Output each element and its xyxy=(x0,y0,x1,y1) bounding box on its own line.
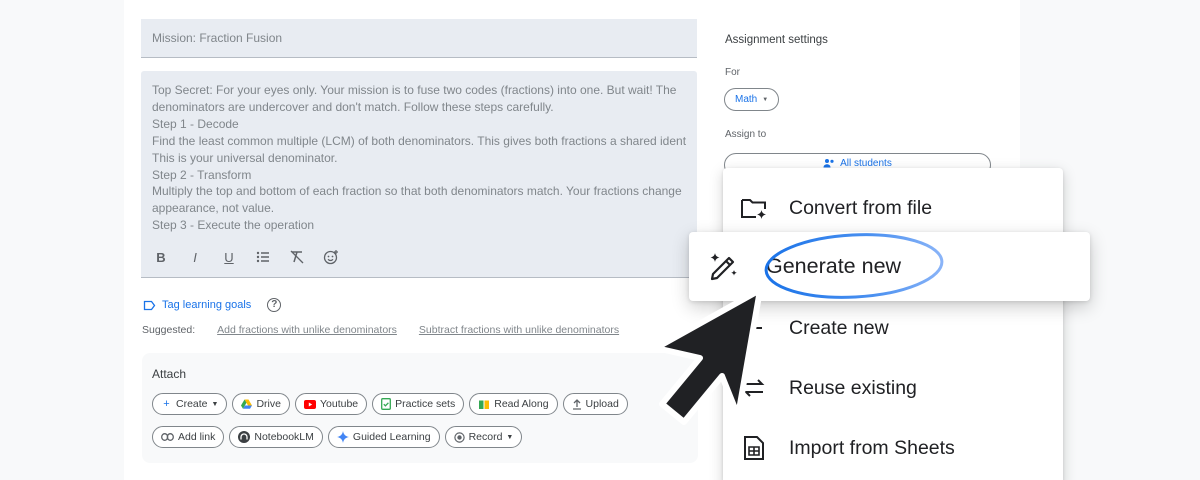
chip-label: Create xyxy=(176,398,208,410)
add-link-chip[interactable]: Add link xyxy=(152,426,225,448)
suggestion-link[interactable]: Add fractions with unlike denominators xyxy=(217,324,397,336)
practice-sets-chip[interactable]: Practice sets xyxy=(372,393,465,415)
chip-label: Guided Learning xyxy=(352,431,431,443)
menu-item-label: Convert from file xyxy=(789,196,933,219)
suggested-label: Suggested: xyxy=(142,324,196,336)
chip-label: Practice sets xyxy=(395,398,456,410)
description-line: Step 2 - Transform xyxy=(152,167,252,182)
plus-icon: + xyxy=(163,398,170,410)
chip-label: Upload xyxy=(585,398,619,410)
upload-icon xyxy=(572,398,581,410)
drive-chip[interactable]: Drive xyxy=(232,393,290,415)
chip-label: Drive xyxy=(256,398,281,410)
description-text[interactable]: Top Secret: For your eyes only. Your mis… xyxy=(152,82,686,234)
chip-label: NotebookLM xyxy=(254,431,314,443)
dropdown-arrow-icon: ▼ xyxy=(211,400,219,408)
upload-chip[interactable]: Upload xyxy=(562,393,628,415)
dropdown-arrow-icon: ▼ xyxy=(506,433,514,441)
description-line: appearance, not value. xyxy=(152,201,275,216)
clear-format-icon[interactable] xyxy=(287,247,307,267)
dropdown-arrow-icon: ▼ xyxy=(762,96,769,103)
read-along-chip[interactable]: Read Along xyxy=(469,393,558,415)
subject-select[interactable]: Math ▼ xyxy=(724,88,780,111)
practice-sets-icon xyxy=(381,398,392,410)
italic-button[interactable]: I xyxy=(185,247,205,267)
attach-section: Attach + Create ▼ Drive Youtube Practice s… xyxy=(142,353,698,463)
chip-label: Add link xyxy=(178,431,216,443)
attach-row: Add link NotebookLM Guided Learning Reco… xyxy=(152,426,523,448)
description-line: Top Secret: For your eyes only. Your mis… xyxy=(152,83,677,97)
chip-label: Read Along xyxy=(494,398,549,410)
pointer-cursor-icon xyxy=(653,287,763,425)
tag-learning-goals-link[interactable]: Tag learning goals xyxy=(162,299,251,311)
folder-sparkle-icon xyxy=(739,193,769,223)
description-line: This is your universal denominator. xyxy=(152,150,338,165)
menu-item-import-from-sheets[interactable]: Import from Sheets xyxy=(723,418,1063,478)
sheets-icon xyxy=(739,433,769,463)
magic-pen-icon xyxy=(710,253,737,281)
help-icon[interactable]: ? xyxy=(267,298,282,312)
description-line: Step 1 - Decode xyxy=(152,116,239,131)
description-line: denominators are undercover and don't ma… xyxy=(152,99,554,114)
attach-row: + Create ▼ Drive Youtube Practice sets Rea… xyxy=(152,393,628,415)
description-line: Step 3 - Execute the operation xyxy=(152,218,315,233)
menu-item-label: Reuse existing xyxy=(789,376,917,399)
title-field[interactable] xyxy=(141,19,697,58)
chip-label: Youtube xyxy=(319,398,359,410)
description-field[interactable]: Top Secret: For your eyes only. Your mis… xyxy=(141,71,697,278)
guided-learning-chip[interactable]: Guided Learning xyxy=(327,426,440,448)
underline-button[interactable]: U xyxy=(219,247,239,267)
bulleted-list-icon[interactable] xyxy=(253,247,273,267)
title-input[interactable] xyxy=(141,19,697,57)
drive-icon xyxy=(241,399,253,409)
notebooklm-icon xyxy=(238,431,251,443)
format-toolbar: B I U xyxy=(151,247,341,267)
people-icon xyxy=(823,159,834,168)
record-icon xyxy=(453,431,465,443)
emoji-icon[interactable] xyxy=(321,247,341,267)
notebooklm-chip[interactable]: NotebookLM xyxy=(229,426,323,448)
subject-value: Math xyxy=(735,94,758,105)
create-menu: Convert from file Create new Reuse exist… xyxy=(723,168,1063,480)
chip-label: Record xyxy=(468,431,503,443)
menu-item-label: Import from Sheets xyxy=(789,436,955,459)
read-along-icon xyxy=(479,400,490,409)
highlight-ring xyxy=(764,233,944,299)
menu-item-create-new[interactable]: Create new xyxy=(723,298,1063,358)
label-icon xyxy=(143,300,156,310)
suggestion-link[interactable]: Subtract fractions with unlike denominat… xyxy=(419,324,619,336)
description-line: Multiply the top and bottom of each frac… xyxy=(152,184,682,199)
youtube-icon xyxy=(303,399,316,409)
record-chip[interactable]: Record ▼ xyxy=(444,426,523,448)
attach-label: Attach xyxy=(152,367,187,381)
bold-button[interactable]: B xyxy=(151,247,171,267)
assignment-settings-title: Assignment settings xyxy=(725,34,828,46)
link-icon xyxy=(161,433,174,441)
tag-learning-goals-row: Tag learning goals ? xyxy=(143,298,282,312)
menu-item-reuse-existing[interactable]: Reuse existing xyxy=(723,358,1063,418)
suggestions-row: Suggested: Add fractions with unlike den… xyxy=(142,324,619,336)
youtube-chip[interactable]: Youtube xyxy=(294,393,368,415)
sparkle-icon xyxy=(336,431,349,443)
create-chip[interactable]: + Create ▼ xyxy=(152,393,228,415)
for-label: For xyxy=(725,67,740,78)
assign-to-label: Assign to xyxy=(725,129,767,140)
menu-item-label: Create new xyxy=(789,316,889,339)
description-line: Find the least common multiple (LCM) of … xyxy=(152,133,686,148)
